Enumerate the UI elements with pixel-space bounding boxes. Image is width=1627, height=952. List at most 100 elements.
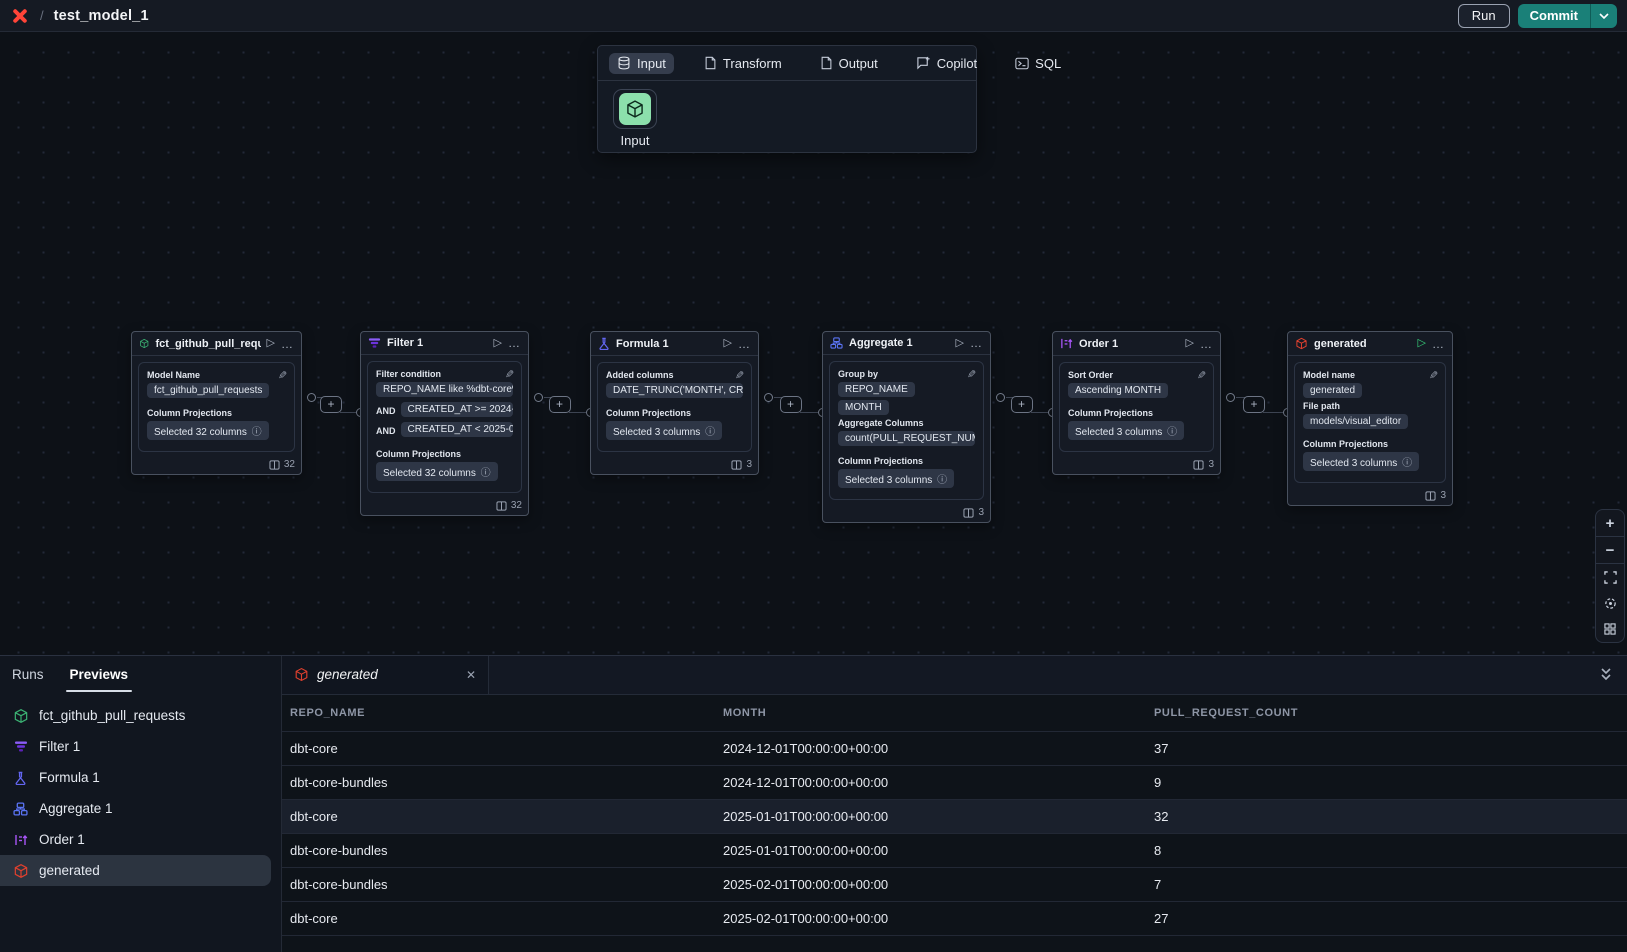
info-icon[interactable]: ⓘ: [937, 475, 947, 486]
palette-input-node[interactable]: Input: [612, 89, 658, 148]
node-header[interactable]: fct_github_pull_requests ▷ …: [132, 332, 301, 356]
play-icon[interactable]: ▷: [494, 338, 502, 349]
node-header[interactable]: Filter 1 ▷ …: [361, 332, 528, 355]
sidebar-item-formula-1[interactable]: Formula 1: [0, 762, 281, 793]
output-port[interactable]: [996, 393, 1005, 402]
output-port[interactable]: [764, 393, 773, 402]
node-header[interactable]: Aggregate 1 ▷ …: [823, 332, 990, 355]
minimap-button[interactable]: [1596, 616, 1624, 642]
edit-pencil-icon[interactable]: ✎: [505, 368, 514, 381]
sidebar-item-fct-github-pull-requests[interactable]: fct_github_pull_requests: [0, 700, 281, 731]
projections-pill: Selected 32 columns ⓘ: [376, 462, 498, 481]
tab-runs[interactable]: Runs: [12, 656, 44, 692]
node-header[interactable]: Order 1 ▷ …: [1053, 332, 1220, 356]
sidebar-item-aggregate-1[interactable]: Aggregate 1: [0, 793, 281, 824]
run-button[interactable]: Run: [1458, 4, 1510, 28]
edge-connector: +: [759, 389, 822, 423]
sidebar-item-generated[interactable]: generated: [0, 855, 271, 886]
projections-pill: Selected 3 columns ⓘ: [1303, 452, 1419, 471]
node-menu-icon[interactable]: …: [1200, 341, 1213, 347]
collapse-panel-button[interactable]: [1599, 667, 1613, 683]
column-header[interactable]: REPO_NAME: [282, 707, 715, 719]
edit-pencil-icon[interactable]: ✎: [735, 369, 744, 382]
tab-input[interactable]: Input: [598, 46, 685, 80]
add-node-button[interactable]: +: [320, 396, 342, 413]
row-count: 32: [284, 459, 295, 470]
fit-view-button[interactable]: [1596, 564, 1624, 590]
column-header[interactable]: PULL_REQUEST_COUNT: [1146, 707, 1627, 719]
table-row[interactable]: dbt-core-bundles2024-12-01T00:00:00+00:0…: [282, 765, 1627, 799]
table-row[interactable]: dbt-core-bundles2025-01-01T00:00:00+00:0…: [282, 833, 1627, 867]
add-node-button[interactable]: +: [549, 396, 571, 413]
info-icon[interactable]: ⓘ: [481, 468, 491, 479]
tab-copilot-label: Copilot: [937, 56, 977, 71]
flask-icon: [598, 337, 610, 350]
tab-copilot[interactable]: Copilot: [897, 46, 996, 80]
page-title: test_model_1: [54, 8, 149, 24]
row-count: 3: [978, 507, 984, 518]
node-menu-icon[interactable]: …: [738, 341, 751, 347]
add-node-button[interactable]: +: [780, 396, 802, 413]
sidebar-item-order-1[interactable]: Order 1: [0, 824, 281, 855]
node-menu-icon[interactable]: …: [281, 341, 294, 347]
play-icon[interactable]: ▷: [724, 338, 732, 349]
play-icon[interactable]: ▷: [267, 338, 275, 349]
table-row[interactable]: [282, 935, 1627, 952]
tab-sql[interactable]: SQL: [996, 46, 1080, 80]
output-port[interactable]: [1226, 393, 1235, 402]
edit-pencil-icon[interactable]: ✎: [1429, 369, 1438, 382]
add-node-button[interactable]: +: [1011, 396, 1033, 413]
edge-line: [1263, 412, 1283, 413]
node-title: Aggregate 1: [849, 337, 950, 349]
node-config-card: ✎ Group by REPO_NAME MONTH Aggregate Col…: [829, 361, 984, 500]
info-icon[interactable]: ⓘ: [1167, 427, 1177, 438]
node-menu-icon[interactable]: …: [508, 340, 521, 346]
edit-pencil-icon[interactable]: ✎: [278, 369, 287, 382]
commit-dropdown-button[interactable]: [1591, 4, 1617, 28]
table-row[interactable]: dbt-core2024-12-01T00:00:00+00:0037: [282, 731, 1627, 765]
node-generated: generated ▷ … ✎ Model name generated Fil…: [1287, 331, 1453, 506]
play-icon[interactable]: ▷: [1186, 338, 1194, 349]
preview-tab-label: generated: [317, 667, 378, 682]
preview-tab-generated[interactable]: generated ✕: [282, 656, 489, 694]
tab-transform[interactable]: Transform: [685, 46, 801, 80]
condition-pill: CREATED_AT >= 2024-12-01: [401, 402, 514, 417]
dbt-logo-icon[interactable]: [10, 6, 30, 26]
edit-pencil-icon[interactable]: ✎: [967, 368, 976, 381]
play-icon[interactable]: ▷: [956, 338, 964, 349]
node-header[interactable]: Formula 1 ▷ …: [591, 332, 758, 356]
graph-canvas[interactable]: Input Transform: [0, 32, 1627, 655]
sidebar-item-filter-1[interactable]: Filter 1: [0, 731, 281, 762]
info-icon[interactable]: ⓘ: [1402, 458, 1412, 469]
output-port[interactable]: [534, 393, 543, 402]
field-label: Column Projections: [147, 408, 286, 418]
info-icon[interactable]: ⓘ: [705, 427, 715, 438]
output-port[interactable]: [307, 393, 316, 402]
add-node-button[interactable]: +: [1243, 396, 1265, 413]
node-menu-icon[interactable]: …: [970, 340, 983, 346]
table-row[interactable]: dbt-core2025-01-01T00:00:00+00:0032: [282, 799, 1627, 833]
locate-button[interactable]: [1596, 590, 1624, 616]
tab-output[interactable]: Output: [801, 46, 897, 80]
sort-pill: Ascending MONTH: [1068, 383, 1168, 398]
column-header[interactable]: MONTH: [715, 707, 1146, 719]
zoom-in-button[interactable]: +: [1596, 510, 1624, 536]
table-row[interactable]: dbt-core-bundles2025-02-01T00:00:00+00:0…: [282, 867, 1627, 901]
tab-previews[interactable]: Previews: [70, 656, 129, 692]
table-row[interactable]: dbt-core2025-02-01T00:00:00+00:0027: [282, 901, 1627, 935]
close-icon[interactable]: ✕: [466, 668, 476, 682]
commit-button[interactable]: Commit: [1518, 4, 1590, 28]
play-icon[interactable]: ▷: [1418, 338, 1426, 349]
palette-input-label: Input: [621, 133, 650, 148]
edit-pencil-icon[interactable]: ✎: [1197, 369, 1206, 382]
info-icon[interactable]: ⓘ: [252, 427, 262, 438]
node-menu-icon[interactable]: …: [1432, 341, 1445, 347]
canvas-controls: + −: [1595, 509, 1625, 643]
node-footer: 3: [1053, 458, 1220, 474]
row-count: 32: [511, 500, 522, 511]
projections-pill: Selected 3 columns ⓘ: [606, 421, 722, 440]
edge-line: [340, 412, 356, 413]
sidebar-item-label: generated: [39, 863, 100, 878]
zoom-out-button[interactable]: −: [1596, 537, 1624, 563]
node-header[interactable]: generated ▷ …: [1288, 332, 1452, 356]
